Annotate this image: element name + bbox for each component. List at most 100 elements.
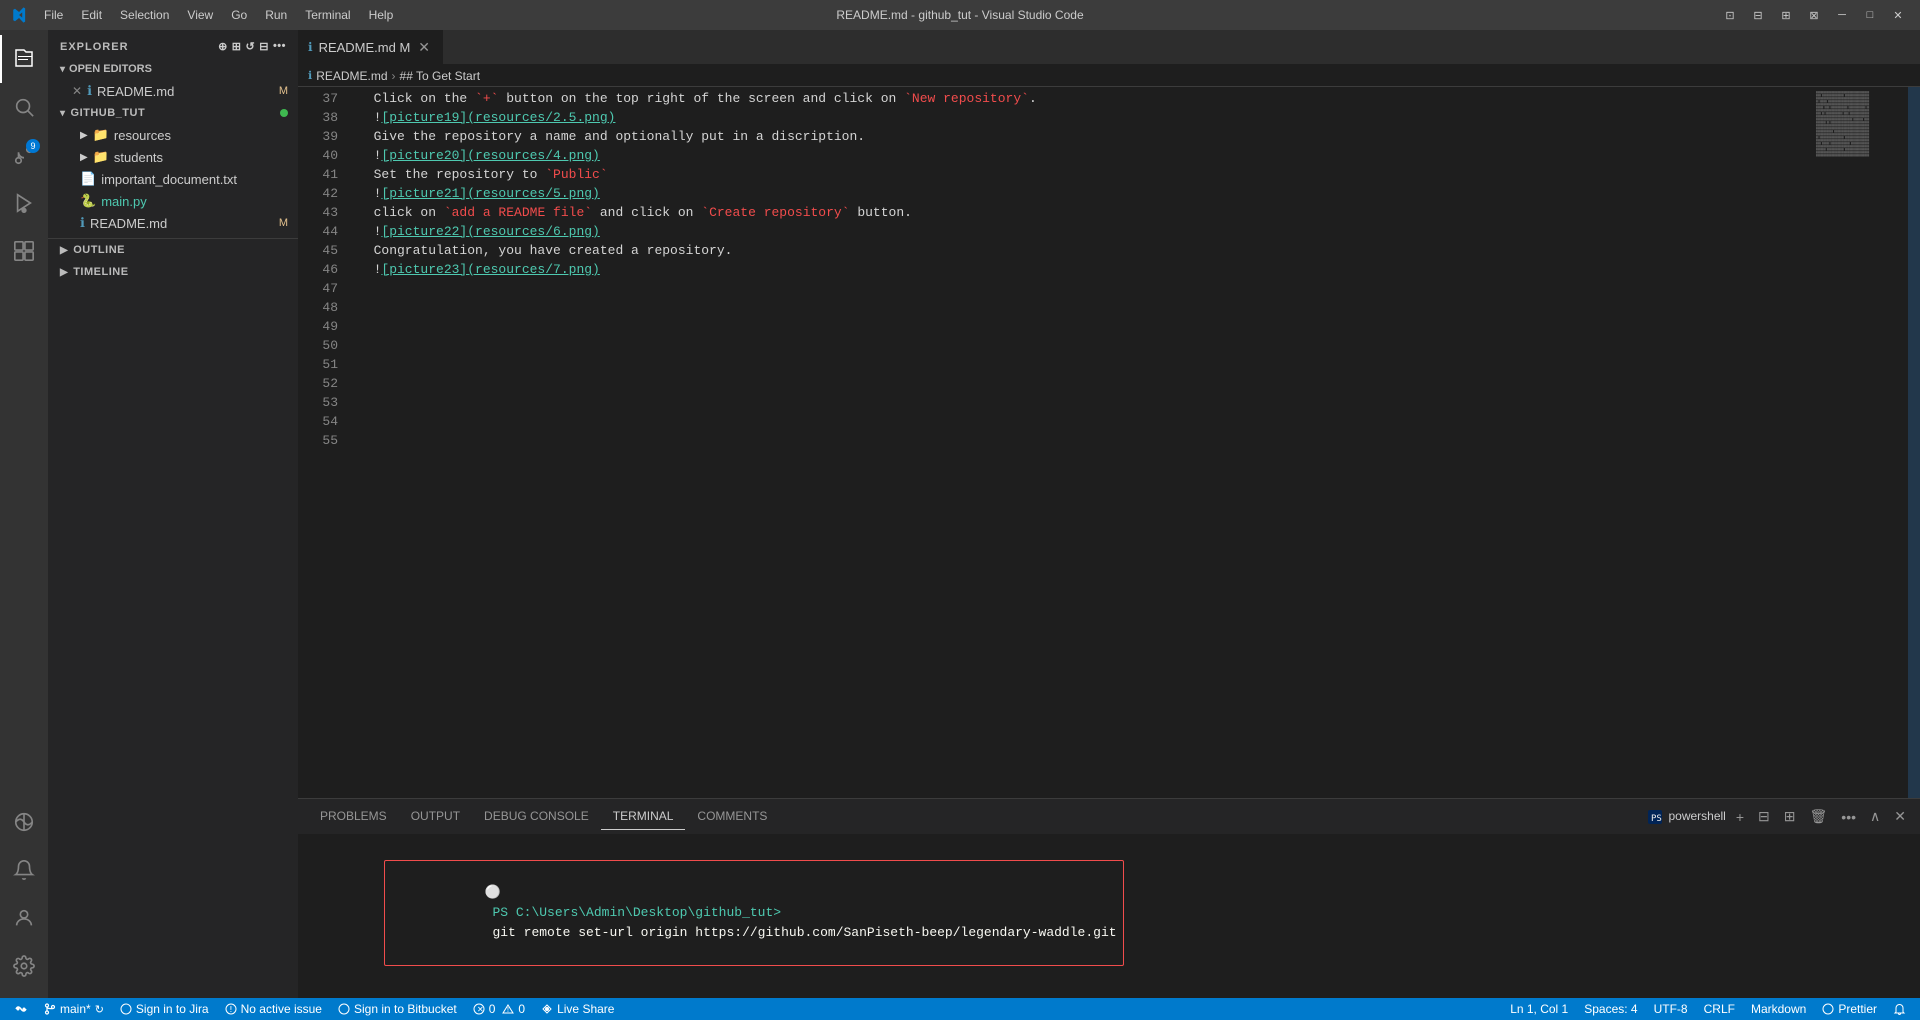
panel-tab-problems[interactable]: PROBLEMS <box>308 803 399 830</box>
open-editors-section[interactable]: ▾ Open Editors <box>48 58 298 80</box>
error-count: 0 <box>489 1002 496 1016</box>
status-notification-bell[interactable] <box>1885 998 1914 1020</box>
add-terminal-icon[interactable]: + <box>1732 807 1748 827</box>
activity-extensions[interactable] <box>0 227 48 275</box>
main-py-file[interactable]: 🐍 main.py <box>48 190 298 212</box>
layout-toggle-btn[interactable]: ⊡ <box>1718 5 1742 25</box>
maximize-panel-icon[interactable]: ∧ <box>1866 806 1884 827</box>
close-btn[interactable]: ✕ <box>1886 5 1910 25</box>
more-terminal-icon[interactable]: ••• <box>1837 807 1860 827</box>
menu-help[interactable]: Help <box>361 6 402 24</box>
status-eol[interactable]: CRLF <box>1696 998 1743 1020</box>
code-line-43: ![picture20](resources/4.png) <box>348 146 1800 165</box>
outline-arrow: ▶ <box>60 245 68 256</box>
new-file-icon[interactable]: ⊕ <box>218 40 228 53</box>
layout-options-btn[interactable]: ⊠ <box>1802 5 1826 25</box>
menu-view[interactable]: View <box>179 6 221 24</box>
main-py-label: main.py <box>101 194 147 209</box>
panel-tab-output[interactable]: OUTPUT <box>399 803 472 830</box>
status-prettier[interactable]: Prettier <box>1814 998 1885 1020</box>
ln-col-label: Ln 1, Col 1 <box>1510 1002 1568 1016</box>
close-panel-icon[interactable]: ✕ <box>1890 806 1910 827</box>
open-editor-readme[interactable]: ✕ ℹ README.md M <box>48 80 298 102</box>
activity-bar: 9 <box>0 30 48 998</box>
refresh-icon[interactable]: ↺ <box>246 40 256 53</box>
status-errors-warnings[interactable]: ✕ 0 ! 0 <box>465 998 533 1020</box>
close-file-icon[interactable]: ✕ <box>72 84 82 98</box>
code-line-55: ![picture23](resources/7.png) <box>348 260 1800 279</box>
new-folder-icon[interactable]: ⊞ <box>232 40 242 53</box>
status-bar-left: main* ↻ Sign in to Jira ! No active issu… <box>6 998 622 1020</box>
activity-run-debug[interactable] <box>0 179 48 227</box>
titlebar: File Edit Selection View Go Run Terminal… <box>0 0 1920 30</box>
status-spaces[interactable]: Spaces: 4 <box>1576 998 1645 1020</box>
collapse-icon[interactable]: ⊟ <box>259 40 269 53</box>
more-actions-icon[interactable]: ••• <box>273 40 286 53</box>
editor-content: 37 38 39 40 41 42 43 44 45 46 47 48 49 5… <box>298 87 1920 798</box>
breadcrumb: ℹ README.md › ## To Get Start <box>298 65 1920 87</box>
minimap[interactable]: ████████████████████████████████████████… <box>1800 87 1920 798</box>
timeline-section[interactable]: ▶ TIMELINE <box>48 261 298 283</box>
students-folder[interactable]: ▶ 📁 students <box>48 146 298 168</box>
menu-file[interactable]: File <box>36 6 71 24</box>
layout-panels-btn[interactable]: ⊞ <box>1774 5 1798 25</box>
branch-name: main* <box>60 1002 91 1016</box>
status-sign-jira[interactable]: Sign in to Jira <box>112 998 217 1020</box>
tab-readme[interactable]: ℹ README.md M ✕ <box>298 30 443 64</box>
activity-search[interactable] <box>0 83 48 131</box>
status-language[interactable]: Markdown <box>1743 998 1814 1020</box>
status-sign-bitbucket[interactable]: Sign in to Bitbucket <box>330 998 465 1020</box>
activity-notifications[interactable] <box>0 846 48 894</box>
terminal-layout-icon[interactable]: ⊞ <box>1780 806 1800 827</box>
menu-edit[interactable]: Edit <box>73 6 110 24</box>
readme-tree-modified: M <box>279 217 288 229</box>
status-bar-right: Ln 1, Col 1 Spaces: 4 UTF-8 CRLF Markdow… <box>1502 998 1914 1020</box>
terminal-line-2: PS C:\Users\Admin\Desktop\github_tut> █ <box>306 988 1912 998</box>
activity-explorer[interactable] <box>0 35 48 83</box>
activity-settings[interactable] <box>0 942 48 990</box>
panel-tab-comments[interactable]: COMMENTS <box>685 803 779 830</box>
tab-readme-icon: ℹ <box>308 40 313 54</box>
status-no-issue[interactable]: ! No active issue <box>217 998 330 1020</box>
status-ln-col[interactable]: Ln 1, Col 1 <box>1502 998 1576 1020</box>
menu-terminal[interactable]: Terminal <box>297 6 358 24</box>
panel-tab-debug-console[interactable]: DEBUG CONSOLE <box>472 803 601 830</box>
open-editors-label: Open Editors <box>69 63 152 75</box>
minimap-content: ████████████████████████████████████████… <box>1800 87 1920 163</box>
github-tut-folder[interactable]: ▾ GITHUB_TUT <box>48 102 298 124</box>
breadcrumb-file[interactable]: README.md <box>316 69 387 83</box>
activity-account[interactable] <box>0 894 48 942</box>
activity-remote[interactable] <box>0 798 48 846</box>
panel-tab-terminal[interactable]: TERMINAL <box>601 803 686 830</box>
powershell-label: PS powershell <box>1648 809 1726 824</box>
status-bar: main* ↻ Sign in to Jira ! No active issu… <box>0 998 1920 1020</box>
status-branch[interactable]: main* ↻ <box>36 998 112 1020</box>
menu-run[interactable]: Run <box>257 6 295 24</box>
important-doc-file[interactable]: 📄 important_document.txt <box>48 168 298 190</box>
minimize-btn[interactable]: ─ <box>1830 5 1854 25</box>
status-remote-indicator[interactable] <box>6 998 36 1020</box>
search-icon <box>13 96 35 118</box>
panel-tabs-left: PROBLEMS OUTPUT DEBUG CONSOLE TERMINAL C… <box>308 803 779 830</box>
menu-selection[interactable]: Selection <box>112 6 177 24</box>
spaces-label: Spaces: 4 <box>1584 1002 1637 1016</box>
menu-go[interactable]: Go <box>223 6 255 24</box>
code-editor[interactable]: Click on the `+` button on the top right… <box>348 87 1800 798</box>
issue-icon: ! <box>225 1003 237 1015</box>
breadcrumb-section[interactable]: ## To Get Start <box>400 69 481 83</box>
outline-section[interactable]: ▶ OUTLINE <box>48 239 298 261</box>
layout-split-btn[interactable]: ⊟ <box>1746 5 1770 25</box>
svg-text:!: ! <box>228 1005 233 1014</box>
readme-file[interactable]: ℹ README.md M <box>48 212 298 234</box>
terminal-content[interactable]: ⚪ PS C:\Users\Admin\Desktop\github_tut> … <box>298 834 1920 998</box>
window-title: README.md - github_tut - Visual Studio C… <box>836 8 1083 22</box>
readme-tree-label: README.md <box>90 216 167 231</box>
kill-terminal-icon[interactable]: 🗑 <box>1806 806 1832 827</box>
resources-folder[interactable]: ▶ 📁 resources <box>48 124 298 146</box>
split-terminal-icon[interactable]: ⊟ <box>1754 806 1774 827</box>
status-encoding[interactable]: UTF-8 <box>1646 998 1696 1020</box>
maximize-btn[interactable]: □ <box>1858 5 1882 25</box>
tab-close-icon[interactable]: ✕ <box>416 39 432 56</box>
activity-source-control[interactable]: 9 <box>0 131 48 179</box>
status-live-share[interactable]: Live Share <box>533 998 622 1020</box>
